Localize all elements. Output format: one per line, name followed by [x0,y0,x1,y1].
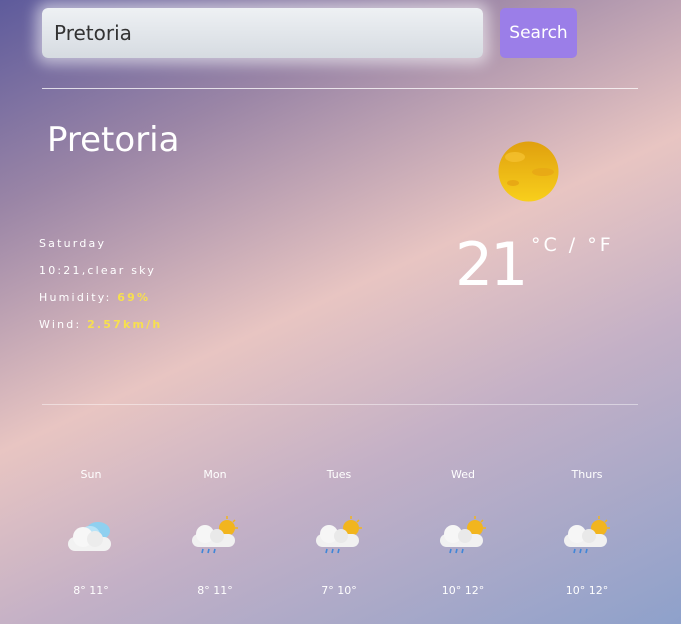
day-label: Saturday [39,237,107,250]
forecast-temps: 8° 11° [73,584,109,597]
rain-sun-icon [440,516,486,554]
rain-sun-icon [564,516,610,554]
city-name: Pretoria [47,120,180,160]
partly-cloudy-icon [68,522,111,551]
wind-value: 2.57km/h [87,318,163,331]
forecast-temps: 8° 11° [197,584,233,597]
humidity-value: 69% [117,291,151,304]
divider [42,404,638,405]
search-input[interactable] [42,8,483,58]
temperature: 21 [455,230,528,300]
search-button[interactable]: Search [500,8,577,58]
forecast-day-name: Sun [80,468,102,481]
forecast-temps: 10° 12° [441,584,485,597]
time-description: 10:21,clear sky [39,264,157,277]
unit-toggle[interactable]: °C / °F [531,234,614,256]
forecast-day-name: Thurs [571,468,603,481]
rain-sun-icon [316,516,362,554]
forecast-temps: 10° 12° [565,584,609,597]
forecast-day-name: Wed [451,468,475,481]
forecast-temps: 7° 10° [321,584,357,597]
forecast-day-name: Tues [326,468,352,481]
humidity: Humidity: 69% [39,291,150,304]
humidity-label: Humidity: [39,291,118,304]
wind: Wind: 2.57km/h [39,318,162,331]
divider [42,88,638,89]
sun-icon [498,141,559,202]
forecast-day-name: Mon [203,468,227,481]
rain-sun-icon [192,516,238,554]
wind-label: Wind: [39,318,88,331]
